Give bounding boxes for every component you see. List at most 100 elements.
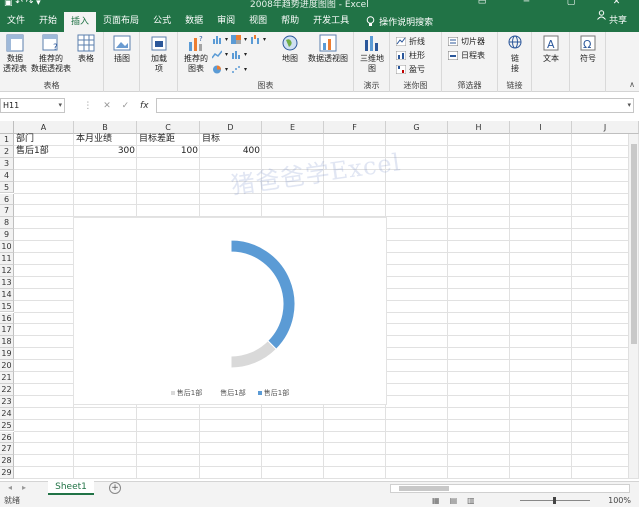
row-header-26[interactable]: 26 — [0, 431, 14, 444]
scatter-chart-icon[interactable] — [231, 65, 241, 74]
row-header-5[interactable]: 5 — [0, 181, 14, 194]
symbols-button[interactable]: Ω 符号 — [576, 34, 600, 64]
row-header-21[interactable]: 21 — [0, 372, 14, 384]
line-chart-icon[interactable] — [211, 50, 223, 59]
tab-developer[interactable]: 开发工具 — [306, 10, 356, 32]
share-button[interactable]: 共享 — [597, 10, 627, 32]
3d-map-button[interactable]: 三维地 图 — [358, 34, 386, 74]
cell-b2[interactable]: 300 — [74, 146, 137, 158]
link-button[interactable]: 链 接 — [503, 34, 527, 74]
row-header-14[interactable]: 14 — [0, 288, 14, 301]
row-header-8[interactable]: 8 — [0, 217, 14, 230]
cell-c2[interactable]: 100 — [137, 146, 200, 158]
doughnut-slice-2[interactable] — [230, 340, 277, 369]
table-button[interactable]: 表格 — [74, 34, 98, 64]
window-controls[interactable]: ▭ ─ ▢ ✕ — [459, 0, 639, 7]
column-header-h[interactable]: H — [448, 121, 510, 134]
collapse-ribbon-icon[interactable]: ∧ — [629, 80, 635, 89]
zoom-level[interactable]: 100% — [608, 495, 631, 507]
column-header-c[interactable]: C — [137, 121, 200, 134]
legend-item-1[interactable]: 售后1部 — [170, 388, 202, 398]
column-header-b[interactable]: B — [74, 121, 137, 134]
formula-input[interactable]: ▾ — [156, 98, 634, 113]
tab-help[interactable]: 帮助 — [274, 10, 306, 32]
doughnut-slice-1[interactable] — [230, 239, 296, 350]
row-header-22[interactable]: 22 — [0, 383, 14, 396]
tab-review[interactable]: 审阅 — [210, 10, 242, 32]
row-header-28[interactable]: 28 — [0, 455, 14, 468]
row-header-9[interactable]: 9 — [0, 229, 14, 242]
tab-view[interactable]: 视图 — [242, 10, 274, 32]
cell-a2[interactable]: 售后1部 — [14, 146, 74, 158]
tab-page-layout[interactable]: 页面布局 — [96, 10, 146, 32]
chart-types-row-2[interactable]: ▾ ▾ — [211, 50, 247, 59]
name-box-dropdown-icon[interactable]: ▾ — [58, 99, 62, 112]
insert-function-icon[interactable]: fx — [140, 101, 149, 111]
slicer-button[interactable]: 切片器 — [447, 36, 485, 47]
expand-formula-icon[interactable]: ▾ — [627, 99, 631, 112]
row-header-29[interactable]: 29 — [0, 467, 14, 479]
row-header-13[interactable]: 13 — [0, 276, 14, 289]
tab-file[interactable]: 文件 — [0, 10, 32, 32]
view-buttons[interactable]: ▦ ▤ ▥ — [432, 496, 475, 505]
row-header-10[interactable]: 10 — [0, 241, 14, 253]
pie-chart-icon[interactable] — [212, 65, 222, 74]
column-chart-icon[interactable] — [212, 35, 222, 44]
legend-item-2[interactable]: 售后1部 — [214, 388, 246, 398]
row-header-17[interactable]: 17 — [0, 324, 14, 337]
legend-item-3[interactable]: 售后1部 — [257, 388, 289, 398]
doughnut-slice-3[interactable] — [166, 239, 232, 369]
row-header-18[interactable]: 18 — [0, 336, 14, 349]
hierarchy-chart-icon[interactable] — [231, 35, 242, 44]
illustrations-button[interactable]: 插图 — [110, 34, 134, 64]
row-header-7[interactable]: 7 — [0, 205, 14, 218]
tab-data[interactable]: 数据 — [178, 10, 210, 32]
pivot-chart-button[interactable]: 数据透视图 — [304, 34, 352, 64]
column-header-d[interactable]: D — [200, 121, 262, 134]
row-header-25[interactable]: 25 — [0, 419, 14, 432]
column-header-j[interactable]: J — [572, 121, 639, 134]
column-header-f[interactable]: F — [324, 121, 386, 134]
cell-a1[interactable]: 部门 — [14, 134, 74, 146]
cell-b1[interactable]: 本月业绩 — [74, 134, 137, 146]
addins-button[interactable]: 加载 项 — [146, 34, 172, 74]
cancel-icon[interactable]: ✕ — [103, 101, 111, 111]
row-header-23[interactable]: 23 — [0, 395, 14, 408]
recommended-charts-button[interactable]: ? 推荐的 图表 — [182, 34, 210, 74]
zoom-slider[interactable] — [520, 497, 590, 504]
row-header-4[interactable]: 4 — [0, 169, 14, 182]
row-header-27[interactable]: 27 — [0, 443, 14, 456]
column-header-i[interactable]: I — [510, 121, 572, 134]
vertical-scrollbar[interactable] — [628, 134, 638, 478]
tab-home[interactable]: 开始 — [32, 10, 64, 32]
chart-types-row-3[interactable]: ▾ ▾ — [212, 65, 247, 74]
sheet-tab-sheet1[interactable]: Sheet1 — [48, 481, 94, 495]
pivot-table-button[interactable]: 数据 透视表 — [2, 34, 28, 74]
cell-d1[interactable]: 目标 — [200, 134, 262, 146]
doughnut-chart[interactable]: 售后1部 售后1部 售后1部 — [73, 217, 387, 405]
sparkline-line-button[interactable]: 折线 — [395, 36, 425, 47]
row-header-19[interactable]: 19 — [0, 348, 14, 361]
column-header-g[interactable]: G — [386, 121, 448, 134]
row-header-1[interactable]: 1 — [0, 134, 14, 146]
row-header-12[interactable]: 12 — [0, 264, 14, 277]
row-header-11[interactable]: 11 — [0, 253, 14, 265]
add-sheet-icon[interactable]: + — [109, 482, 121, 494]
row-header-24[interactable]: 24 — [0, 407, 14, 420]
row-header-3[interactable]: 3 — [0, 157, 14, 170]
horizontal-scroll-thumb[interactable] — [399, 486, 449, 491]
vertical-scroll-thumb[interactable] — [631, 144, 637, 344]
horizontal-scrollbar[interactable] — [390, 484, 630, 493]
recommended-pivot-button[interactable]: ? 推荐的 数据透视表 — [30, 34, 72, 74]
row-header-16[interactable]: 16 — [0, 312, 14, 325]
enter-icon[interactable]: ✓ — [122, 101, 130, 111]
chart-types-row-1[interactable]: ▾ ▾ ▾ — [212, 35, 266, 44]
column-header-a[interactable]: A — [14, 121, 74, 134]
row-header-6[interactable]: 6 — [0, 193, 14, 206]
stat-chart-icon[interactable] — [231, 50, 241, 59]
sheet-nav-arrows[interactable]: ◂ ▸ — [8, 483, 26, 492]
tab-formulas[interactable]: 公式 — [146, 10, 178, 32]
cell-c1[interactable]: 目标差距 — [137, 134, 200, 146]
quick-access-icons[interactable]: ▣ ↶ ↷ ▾ — [4, 0, 41, 8]
column-header-e[interactable]: E — [262, 121, 324, 134]
